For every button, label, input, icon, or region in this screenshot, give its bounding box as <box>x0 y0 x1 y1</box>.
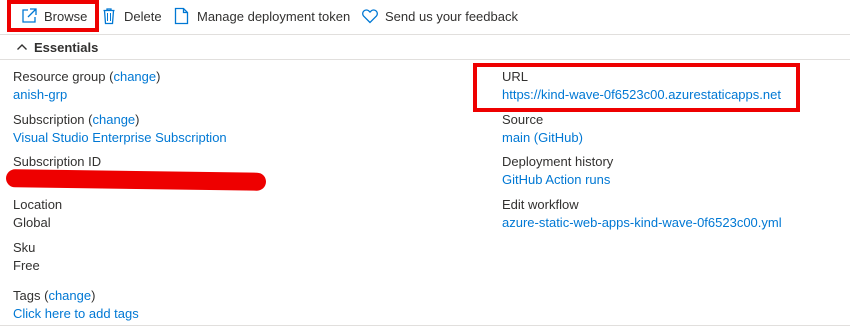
delete-label: Delete <box>124 8 162 24</box>
subscription-label: Subscription <box>13 112 85 127</box>
tags-change-link[interactable]: change <box>48 288 91 303</box>
essentials-toggle[interactable]: Essentials <box>16 37 98 57</box>
send-feedback-button[interactable]: Send us your feedback <box>361 4 518 28</box>
trash-icon <box>102 7 116 25</box>
resource-group-link[interactable]: anish-grp <box>13 87 67 102</box>
toolbar-divider <box>0 34 850 35</box>
source-link[interactable]: main (GitHub) <box>502 130 583 145</box>
resource-group-label: Resource group <box>13 69 106 84</box>
deployment-history-label-row: Deployment history <box>502 154 613 170</box>
command-bar: Browse Delete Manage deployment token Se… <box>0 0 850 34</box>
subscription-link[interactable]: Visual Studio Enterprise Subscription <box>13 130 227 145</box>
location-label: Location <box>13 197 63 212</box>
subscription-id-label: Subscription ID <box>13 154 102 169</box>
delete-button[interactable]: Delete <box>102 4 162 28</box>
manage-deployment-token-label: Manage deployment token <box>197 8 351 24</box>
sku-value-row: Free <box>13 258 40 274</box>
workflow-file-link[interactable]: azure-static-web-apps-kind-wave-0f6523c0… <box>502 215 782 230</box>
document-icon <box>174 7 189 25</box>
resource-group-change-link[interactable]: change <box>113 69 156 84</box>
resource-group-label-row: Resource group (change) <box>13 69 161 84</box>
url-highlight-box <box>473 63 800 112</box>
edit-workflow-label-row: Edit workflow <box>502 197 579 213</box>
tags-label-row: Tags (change) <box>13 288 96 303</box>
manage-deployment-token-button[interactable]: Manage deployment token <box>174 4 350 28</box>
edit-workflow-value-row: azure-static-web-apps-kind-wave-0f6523c0… <box>502 215 782 231</box>
heart-icon <box>361 7 379 25</box>
github-action-runs-link[interactable]: GitHub Action runs <box>502 172 610 187</box>
chevron-up-icon <box>16 41 28 53</box>
source-label-row: Source <box>502 112 543 128</box>
browse-highlight-box <box>7 0 99 32</box>
subscription-value-row: Visual Studio Enterprise Subscription <box>13 130 227 146</box>
resource-group-value-row: anish-grp <box>13 87 67 103</box>
send-feedback-label: Send us your feedback <box>385 8 518 24</box>
location-value-row: Global <box>13 215 51 231</box>
sku-label-row: Sku <box>13 240 35 256</box>
subscription-change-link[interactable]: change <box>93 112 136 127</box>
edit-workflow-label: Edit workflow <box>502 197 579 212</box>
essentials-bottom-divider <box>0 325 850 326</box>
subscription-id-row: Subscription ID <box>13 154 101 170</box>
location-value: Global <box>13 215 51 230</box>
deployment-history-value-row: GitHub Action runs <box>502 172 610 188</box>
source-label: Source <box>502 112 544 127</box>
source-value-row: main (GitHub) <box>502 130 583 146</box>
tags-label: Tags <box>13 288 41 303</box>
sku-value: Free <box>13 258 40 273</box>
essentials-label: Essentials <box>34 39 99 55</box>
tags-value-row: Click here to add tags <box>13 306 139 322</box>
subscription-label-row: Subscription (change) <box>13 112 140 127</box>
essentials-divider <box>0 59 850 60</box>
redacted-subscription-id <box>5 169 267 191</box>
sku-label: Sku <box>13 240 36 255</box>
deployment-history-label: Deployment history <box>502 154 614 169</box>
add-tags-link[interactable]: Click here to add tags <box>13 306 139 321</box>
location-label-row: Location <box>13 197 62 213</box>
